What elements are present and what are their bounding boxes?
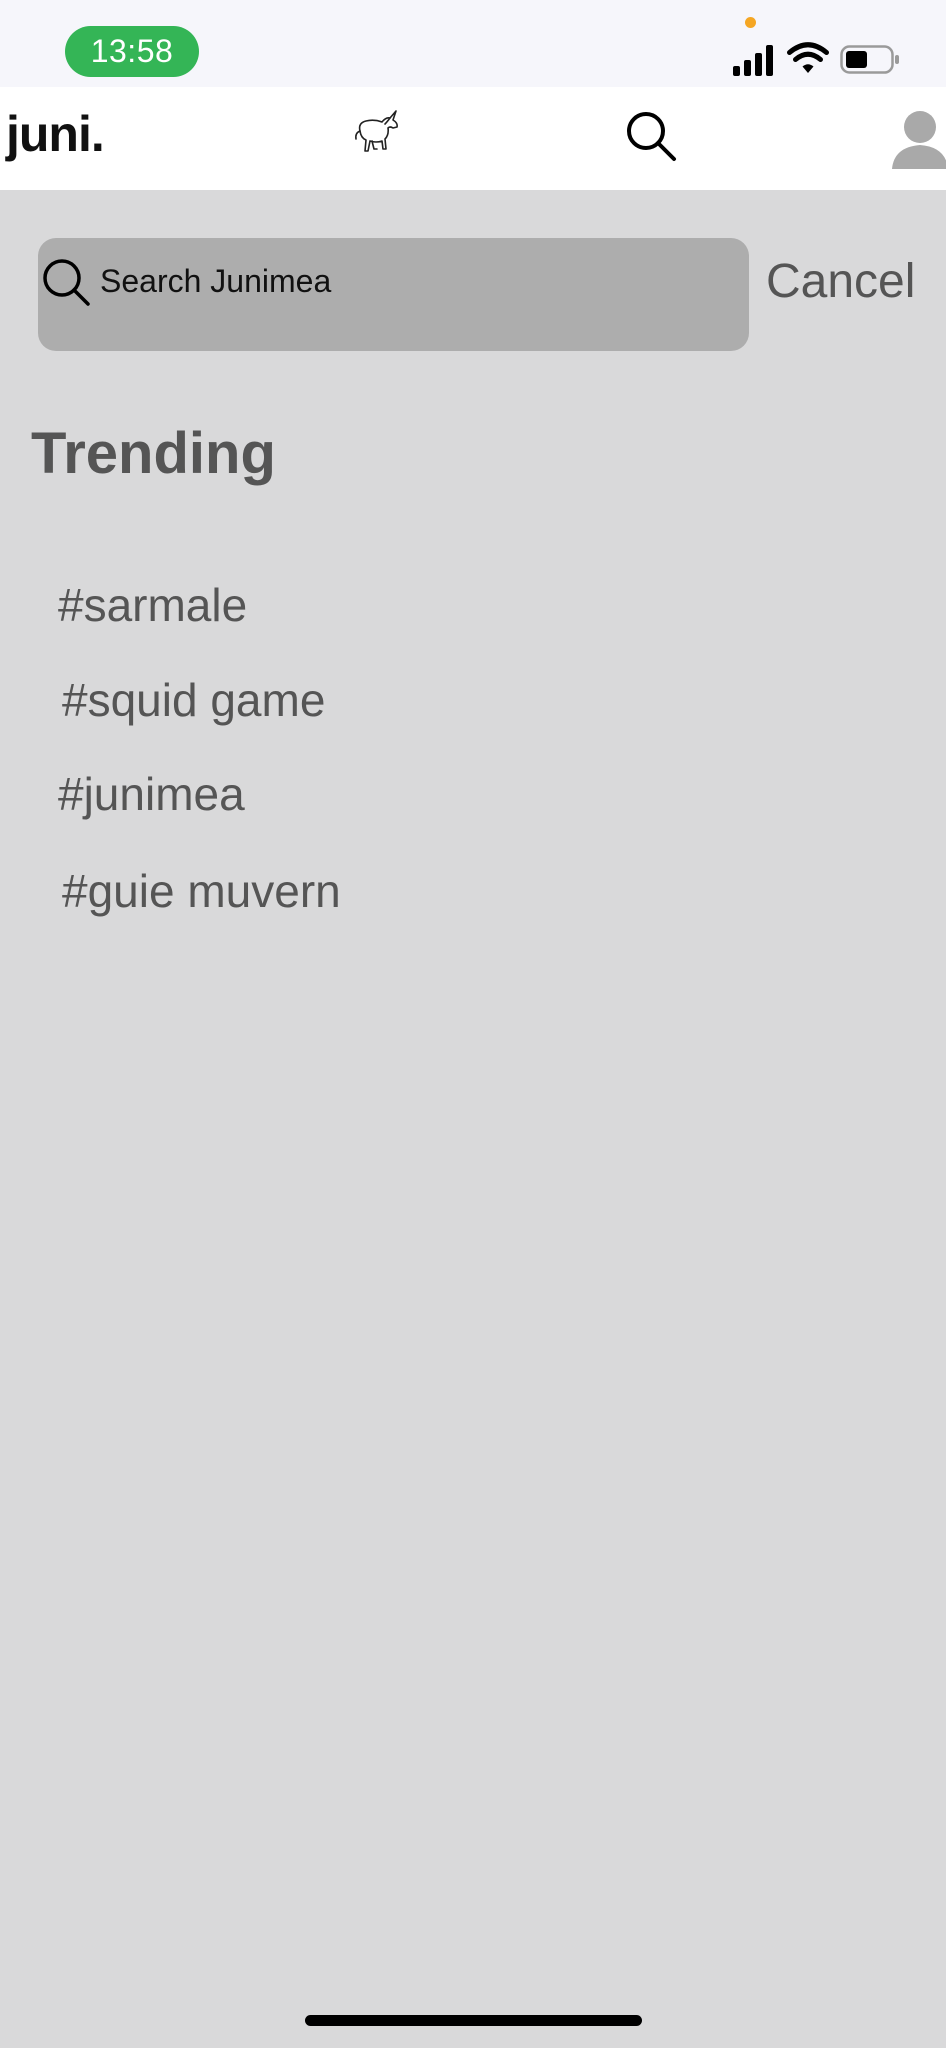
cellular-signal-icon [733,45,775,76]
home-indicator[interactable] [305,2015,642,2026]
trending-item[interactable]: #junimea [58,767,245,821]
trending-item[interactable]: #guie muvern [62,864,341,918]
search-icon [43,259,90,306]
search-bar[interactable] [38,238,749,351]
trending-item[interactable]: #squid game [62,673,325,727]
search-icon[interactable] [624,109,678,163]
trending-item[interactable]: #sarmale [58,578,247,632]
brand-logo-text[interactable]: juni. [6,105,105,163]
search-input[interactable] [100,258,720,304]
privacy-indicator-dot [745,17,756,28]
avatar[interactable] [890,107,946,169]
unicorn-icon[interactable] [352,109,406,155]
battery-icon [840,45,899,74]
trending-title: Trending [31,421,276,486]
cancel-button[interactable]: Cancel [766,254,915,309]
wifi-icon [787,42,829,73]
status-bar: 13:58 [0,0,946,87]
status-time[interactable]: 13:58 [65,26,199,77]
app-header: juni. [0,87,946,190]
